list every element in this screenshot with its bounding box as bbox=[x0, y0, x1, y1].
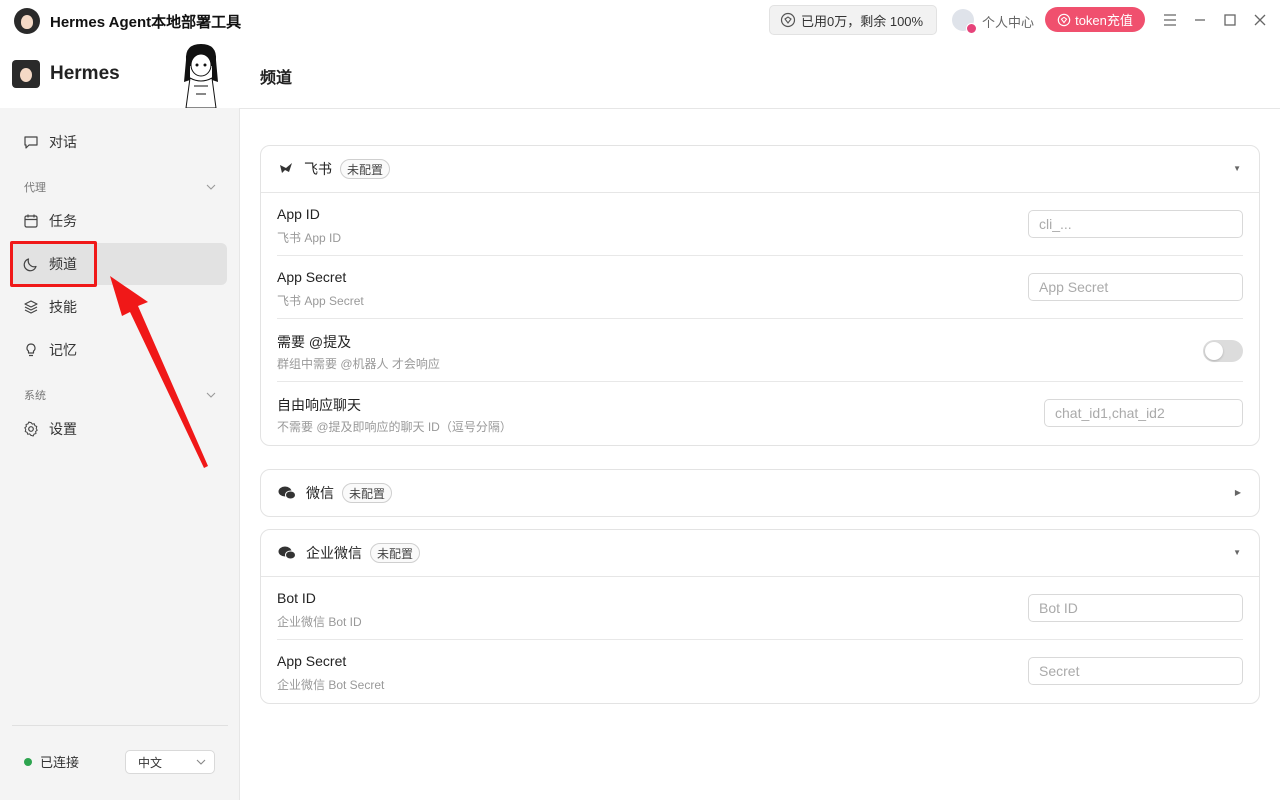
app-title: Hermes Agent本地部署工具 bbox=[50, 14, 242, 31]
field-label: 自由响应聊天 bbox=[277, 397, 361, 413]
usage-text: 已用0万，剩余 100% bbox=[801, 13, 924, 29]
sidebar-item-label: 记忆 bbox=[49, 342, 77, 358]
channel-card-wecom: 企业微信 未配置 ▼ Bot ID 企业微信 Bot ID Bot ID App… bbox=[260, 529, 1260, 704]
close-icon[interactable] bbox=[1250, 10, 1270, 30]
channel-name: 微信 bbox=[306, 485, 334, 501]
token-recharge-button[interactable]: token充值 bbox=[1045, 7, 1145, 32]
minimize-icon[interactable] bbox=[1190, 10, 1210, 30]
channel-card-feishu: 飞书 未配置 ▼ App ID 飞书 App ID cli_... App Se… bbox=[260, 145, 1260, 446]
field-label: App ID bbox=[277, 206, 320, 222]
chevron-down-icon bbox=[196, 759, 206, 765]
profile-link[interactable]: 个人中心 bbox=[982, 12, 1034, 31]
annotation-arrow-icon bbox=[110, 276, 208, 468]
nav-group-agent[interactable]: 代理 bbox=[24, 179, 216, 195]
sidebar-item-label: 技能 bbox=[49, 299, 77, 315]
nav-group-label: 代理 bbox=[24, 182, 46, 194]
field-label: Bot ID bbox=[277, 590, 316, 606]
app-logo bbox=[14, 8, 40, 34]
brand-name: Hermes bbox=[50, 63, 120, 84]
channel-header-wecom[interactable]: 企业微信 未配置 ▼ bbox=[261, 530, 1259, 576]
field-row: App ID 飞书 App ID cli_... bbox=[277, 193, 1243, 256]
brand-header: Hermes bbox=[0, 40, 240, 108]
feishu-app-id-input[interactable]: cli_... bbox=[1028, 210, 1243, 238]
channel-card-wechat: 微信 未配置 ▶ bbox=[260, 469, 1260, 517]
field-row: Bot ID 企业微信 Bot ID Bot ID bbox=[277, 577, 1243, 640]
language-select-value: 中文 bbox=[138, 755, 163, 770]
feishu-app-secret-input[interactable]: App Secret bbox=[1028, 273, 1243, 301]
verified-badge-icon bbox=[966, 23, 977, 34]
menu-icon[interactable] bbox=[1160, 10, 1180, 30]
caret-right-icon: ▶ bbox=[1234, 488, 1241, 497]
brand-logo bbox=[12, 60, 40, 88]
lightbulb-icon bbox=[26, 343, 36, 357]
free-chat-ids-input[interactable]: chat_id1,chat_id2 bbox=[1044, 399, 1243, 427]
chevron-down-icon bbox=[206, 184, 216, 190]
status-badge: 未配置 bbox=[340, 159, 391, 179]
channel-header-wechat[interactable]: 微信 未配置 ▶ bbox=[261, 470, 1259, 516]
field-hint: 群组中需要 @机器人 才会响应 bbox=[277, 357, 440, 371]
field-row: 自由响应聊天 不需要 @提及即响应的聊天 ID（逗号分隔） chat_id1,c… bbox=[277, 382, 1243, 445]
channel-name: 飞书 bbox=[304, 161, 332, 177]
page-header: 频道 bbox=[240, 40, 1280, 109]
field-hint: 飞书 App Secret bbox=[277, 294, 364, 308]
field-hint: 企业微信 Bot ID bbox=[277, 615, 362, 629]
layers-icon bbox=[24, 300, 38, 314]
calendar-icon bbox=[24, 214, 38, 228]
status-badge: 未配置 bbox=[342, 483, 393, 503]
usage-indicator[interactable]: 已用0万，剩余 100% bbox=[769, 5, 937, 35]
wecom-bot-id-input[interactable]: Bot ID bbox=[1028, 594, 1243, 622]
title-bar: Hermes Agent本地部署工具 已用0万，剩余 100% 个人中心 tok… bbox=[0, 0, 1280, 40]
annotation-highlight-box bbox=[10, 241, 97, 287]
gem-icon bbox=[1057, 13, 1071, 26]
sidebar-item-label: 对话 bbox=[49, 134, 77, 150]
field-hint: 企业微信 Bot Secret bbox=[277, 678, 385, 692]
channel-header-feishu[interactable]: 飞书 未配置 ▼ bbox=[261, 146, 1259, 192]
main-content: 频道 飞书 未配置 ▼ App ID 飞书 App ID cli_... App… bbox=[240, 40, 1280, 800]
page-title: 频道 bbox=[260, 70, 293, 87]
channel-name: 企业微信 bbox=[306, 545, 362, 561]
nav-group-label: 系统 bbox=[24, 390, 46, 402]
channel-body-wecom: Bot ID 企业微信 Bot ID Bot ID App Secret 企业微… bbox=[261, 576, 1259, 703]
sidebar-divider bbox=[12, 725, 228, 726]
field-row: App Secret 飞书 App Secret App Secret bbox=[277, 256, 1243, 319]
feishu-icon bbox=[280, 163, 292, 173]
field-hint: 飞书 App ID bbox=[277, 231, 342, 245]
wechat-icon bbox=[278, 486, 296, 500]
channel-body-feishu: App ID 飞书 App ID cli_... App Secret 飞书 A… bbox=[261, 192, 1259, 445]
mascot-illustration bbox=[184, 44, 218, 108]
field-hint: 不需要 @提及即响应的聊天 ID（逗号分隔） bbox=[277, 420, 512, 434]
user-avatar[interactable] bbox=[952, 9, 977, 34]
sidebar-item-label: 任务 bbox=[49, 213, 77, 229]
field-label: 需要 @提及 bbox=[277, 334, 352, 350]
chat-icon bbox=[24, 136, 38, 149]
field-row: 需要 @提及 群组中需要 @机器人 才会响应 bbox=[277, 319, 1243, 382]
wecom-icon bbox=[278, 546, 296, 560]
require-mention-toggle[interactable] bbox=[1203, 340, 1243, 362]
wecom-secret-input[interactable]: Secret bbox=[1028, 657, 1243, 685]
token-recharge-label: token充值 bbox=[1075, 13, 1133, 28]
field-row: App Secret 企业微信 Bot Secret Secret bbox=[277, 640, 1243, 703]
connection-status-text: 已连接 bbox=[40, 755, 80, 770]
field-label: App Secret bbox=[277, 269, 347, 285]
gem-icon bbox=[780, 12, 796, 28]
status-dot-icon bbox=[24, 757, 32, 766]
field-label: App Secret bbox=[277, 653, 347, 669]
caret-down-icon: ▼ bbox=[1233, 548, 1241, 557]
sidebar-item-chat[interactable]: 对话 bbox=[10, 121, 227, 163]
status-badge: 未配置 bbox=[370, 543, 421, 563]
gear-icon bbox=[24, 421, 38, 437]
language-select[interactable]: 中文 bbox=[125, 750, 215, 774]
maximize-icon[interactable] bbox=[1220, 10, 1240, 30]
sidebar-item-label: 设置 bbox=[49, 421, 77, 437]
sidebar-item-tasks[interactable]: 任务 bbox=[10, 200, 227, 242]
connection-status: 已连接 bbox=[24, 752, 79, 771]
caret-down-icon: ▼ bbox=[1233, 164, 1241, 173]
